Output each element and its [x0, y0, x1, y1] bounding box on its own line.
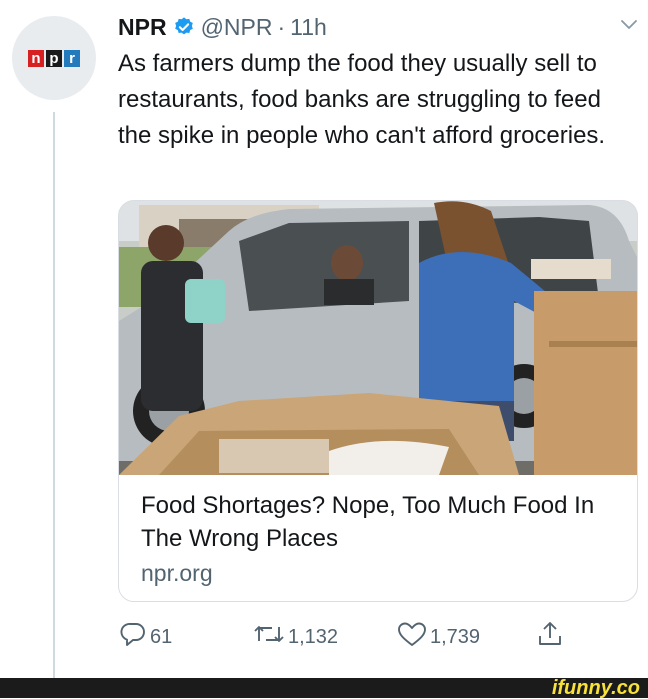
reply-count: 61	[150, 625, 173, 648]
author-name[interactable]: NPR	[118, 14, 167, 41]
article-photo	[119, 201, 637, 475]
npr-logo: n p r	[28, 49, 80, 67]
header-separator: ·	[277, 13, 286, 40]
like-count: 1,739	[430, 625, 481, 648]
share-button[interactable]	[536, 620, 566, 654]
tweet-text: As farmers dump the food they usually se…	[118, 50, 606, 149]
logo-letter-r: r	[64, 49, 80, 67]
watermark-text: ifunny.co	[551, 677, 640, 699]
avatar[interactable]: n p r	[12, 16, 96, 100]
reply-icon	[118, 619, 150, 655]
card-title[interactable]: Food Shortages? Nope, Too Much Food In T…	[141, 489, 621, 555]
author-handle[interactable]: @NPR	[201, 14, 273, 41]
watermark-bar: ifunny.co	[0, 678, 648, 698]
like-button[interactable]: 1,739	[396, 620, 480, 654]
retweet-count: 1,132	[288, 625, 339, 648]
share-icon	[536, 619, 566, 655]
logo-letter-n: n	[28, 49, 44, 67]
logo-letter-p: p	[46, 49, 62, 67]
chevron-down-icon[interactable]	[620, 18, 638, 36]
reply-button[interactable]: 61	[118, 620, 172, 654]
link-card[interactable]: Food Shortages? Nope, Too Much Food In T…	[118, 200, 638, 602]
card-domain: npr.org	[141, 560, 213, 586]
retweet-button[interactable]: 1,132	[252, 620, 338, 654]
retweet-icon	[252, 619, 288, 655]
heart-icon	[396, 619, 430, 655]
tweet-header: NPR @NPR · 11h	[118, 10, 327, 44]
card-body: Food Shortages? Nope, Too Much Food In T…	[141, 489, 621, 591]
tweet-timestamp[interactable]: 11h	[290, 14, 327, 41]
thread-line	[53, 112, 55, 680]
action-bar: 61 1,132 1,739	[118, 620, 578, 654]
verified-badge-icon	[173, 16, 195, 38]
